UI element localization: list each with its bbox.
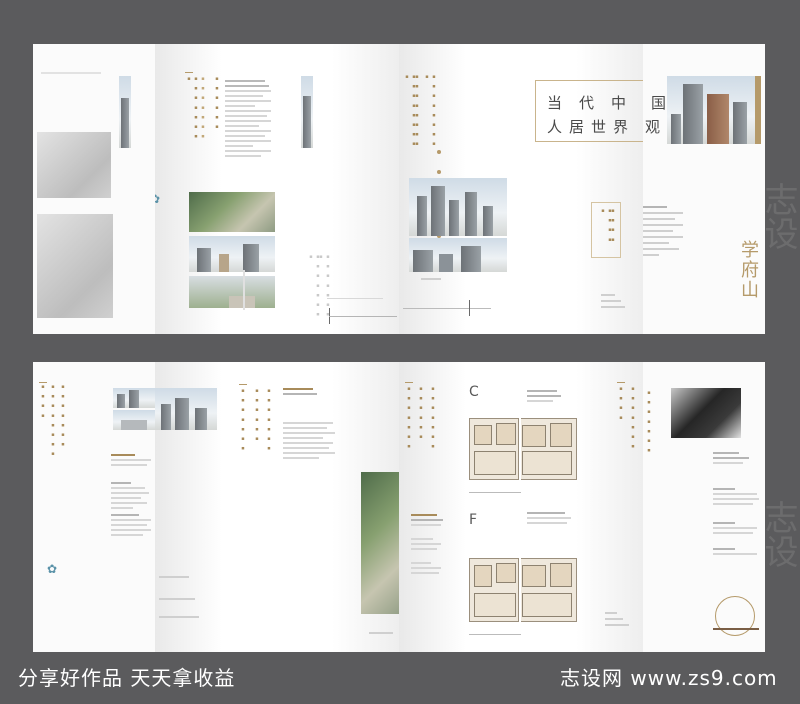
footer-slogan: 分享好作品 天天拿收益 <box>18 666 236 690</box>
vertical-caption: ▪ ▪ ▪ ▪ ▪ ▪ ▪ ▪ <box>414 74 420 149</box>
body-text <box>225 80 271 160</box>
vertical-caption: ▪ ▪ ▪ ▪ ▪ ▪ <box>214 76 220 131</box>
vertical-caption: ▪ ▪ ▪ ▪ ▪ ▪ ▪ ▪ ▪ <box>424 74 437 149</box>
floor-plan-f <box>469 558 519 622</box>
title-char: 代 <box>579 94 595 112</box>
bottom-panel-3: ▪ ▪ ▪ ▪ ▪ ▪ <box>277 362 399 652</box>
top-panel-5: 当 代 中 人 居 世 界 ▪ ▪ ▪ ▪ ▪ ▪ ▪ ▪ ▪ <box>521 44 643 334</box>
bottom-panel-5: ▪ ▪ ▪ ▪ ▪ ▪ ▪ ▪ ▪ ▪ ▪ <box>521 362 643 652</box>
vertical-caption: ▪ ▪ ▪ ▪ ▪ ▪ ▪ ▪ <box>50 384 56 459</box>
top-panel-1 <box>33 44 155 334</box>
body-text <box>411 562 447 577</box>
title-char: 中 <box>611 94 627 112</box>
caption-text <box>421 278 491 284</box>
building-photo-strip <box>119 76 131 148</box>
caption-text <box>159 576 219 582</box>
body-text <box>643 206 689 260</box>
vertical-caption: ▪ ▪ ▪ ▪ <box>40 384 46 420</box>
unit-label-c: C <box>469 384 479 400</box>
body-text <box>283 422 337 462</box>
title-char: 居 <box>569 118 585 136</box>
body-text <box>527 512 577 527</box>
caption-text <box>369 632 399 638</box>
header-rule <box>41 72 101 74</box>
vertical-caption: ▪ ▪ ▪ ▪ ▪ ▪ ▪ ▪ <box>186 76 199 141</box>
watermark-text: 志设 <box>758 500 798 568</box>
circle-emblem <box>715 596 755 636</box>
vertical-caption: ▪ ▪ ▪ ▪ ▪ ▪ ▪ <box>240 388 246 453</box>
vertical-caption: ▪ ▪ ▪ ▪ <box>610 208 616 244</box>
flower-icon: ✿ <box>47 562 58 576</box>
site-plan-photo <box>361 472 399 614</box>
placeholder-image <box>37 214 113 318</box>
brochure-spread-bottom: ▪ ▪ ▪ ▪ ▪ ▪ ▪ ▪ ▪ ▪ ▪ ▪ ▪ ▪ ▪ ▪ ▪ ▪ ▪ ✿ … <box>33 362 765 652</box>
caption-text <box>601 294 631 312</box>
caption-text <box>159 616 219 622</box>
title-char: 当 <box>547 94 563 112</box>
watermark-text: 志设 <box>758 182 798 250</box>
bottom-panel-2: ▪ ▪ ▪ ▪ ▪ ▪ ▪ ▪ ▪ ▪ ▪ ▪ ▪ ▪ ▪ ▪ ▪ ▪ ▪ ▪ <box>155 362 277 652</box>
top-panel-3: ▪ ▪ ▪ ▪ ▪ ▪ ▪ ▪ ▪ ▪ ▪ ▪ ▪ ▪ ▪ ▪ <box>277 44 399 334</box>
vertical-caption: ▪ ▪ ▪ ▪ ▪ ▪ ▪ <box>406 386 412 451</box>
brochure-spread-top: ✿ ▪ ▪ ▪ ▪ ▪ ▪ ▪ ▪ ▪ ▪ ▪ ▪ ▪ ▪ ▪ ▪ ▪ ▪ ▪ … <box>33 44 765 334</box>
body-text <box>283 388 337 398</box>
street-photo <box>189 236 275 272</box>
skyline-photo <box>409 238 507 272</box>
title-char: 观 <box>645 118 661 136</box>
vertical-caption: ▪ ▪ ▪ ▪ <box>618 386 624 422</box>
vertical-caption: ▪ ▪ ▪ ▪ ▪ ▪ ▪ <box>646 390 652 455</box>
vertical-caption: ▪ ▪ ▪ ▪ ▪ ▪ ▪ <box>630 386 636 451</box>
caption-text <box>159 598 219 604</box>
title-char: 人 <box>547 118 563 136</box>
building-photo-strip <box>301 76 313 148</box>
hero-tower-photo <box>667 76 759 144</box>
body-text <box>111 454 153 469</box>
body-text <box>411 514 447 529</box>
placeholder-image <box>37 132 111 198</box>
vertical-caption: ▪ ▪ ▪ ▪ ▪ ▪ ▪ <box>266 388 272 453</box>
title-char: 世 <box>591 118 607 136</box>
concierge-photo <box>671 388 741 438</box>
landscape-photo <box>189 276 275 308</box>
body-text <box>527 390 567 405</box>
body-text <box>111 482 153 512</box>
vertical-caption: ▪ ▪ ▪ ▪ ▪ ▪ ▪ <box>200 76 206 141</box>
caption-text <box>605 612 635 630</box>
body-text <box>713 452 763 467</box>
flower-icon: ✿ <box>155 192 161 206</box>
floor-plan-c <box>469 418 519 480</box>
bottom-panel-4: ▪ ▪ ▪ ▪ ▪ ▪ ▪ ▪ ▪ ▪ ▪ ▪ ▪ ▪ ▪ ▪ ▪ ▪ ▪ ▪ … <box>399 362 521 652</box>
footer-site[interactable]: 志设网 www.zs9.com <box>560 662 778 691</box>
vertical-caption: ▪ ▪ ▪ ▪ ▪ ▪ <box>254 388 260 443</box>
vertical-caption: ▪ ▪ ▪ ▪ ▪ ▪ <box>418 386 424 441</box>
body-text <box>411 538 447 553</box>
title-char: 界 <box>613 118 629 136</box>
body-text <box>111 514 153 539</box>
vertical-caption: ▪ ▪ ▪ ▪ ▪ ▪ ▪ <box>60 384 66 449</box>
unit-label-f: F <box>469 512 478 528</box>
top-panel-6: 国 观 学府山 <box>643 44 765 334</box>
skyline-photo <box>113 388 155 408</box>
floor-plan-c-detail <box>521 418 577 480</box>
bottom-panel-1: ▪ ▪ ▪ ▪ ▪ ▪ ▪ ▪ ▪ ▪ ▪ ▪ ▪ ▪ ▪ ▪ ▪ ▪ ▪ ✿ <box>33 362 155 652</box>
architecture-photo <box>113 410 155 430</box>
top-panel-4: ▪ ▪ ▪ ▪ ▪ ▪ ▪ ▪ ▪ ▪ ▪ ▪ ▪ ▪ ▪ ▪ ▪ ▪ ▪ ▪ … <box>399 44 521 334</box>
tower-photo <box>409 178 507 236</box>
bottom-panel-6: ▪ ▪ ▪ ▪ ▪ ▪ ▪ <box>643 362 765 652</box>
top-panel-2: ✿ ▪ ▪ ▪ ▪ ▪ ▪ ▪ ▪ ▪ ▪ ▪ ▪ ▪ ▪ ▪ ▪ ▪ ▪ ▪ … <box>155 44 277 334</box>
city-photo <box>155 388 217 430</box>
floor-plan-f-detail <box>521 558 577 622</box>
vertical-caption: ▪ ▪ ▪ ▪ ▪ ▪ ▪ <box>430 386 436 451</box>
aerial-photo <box>189 192 275 232</box>
title-char: 国 <box>651 94 667 112</box>
